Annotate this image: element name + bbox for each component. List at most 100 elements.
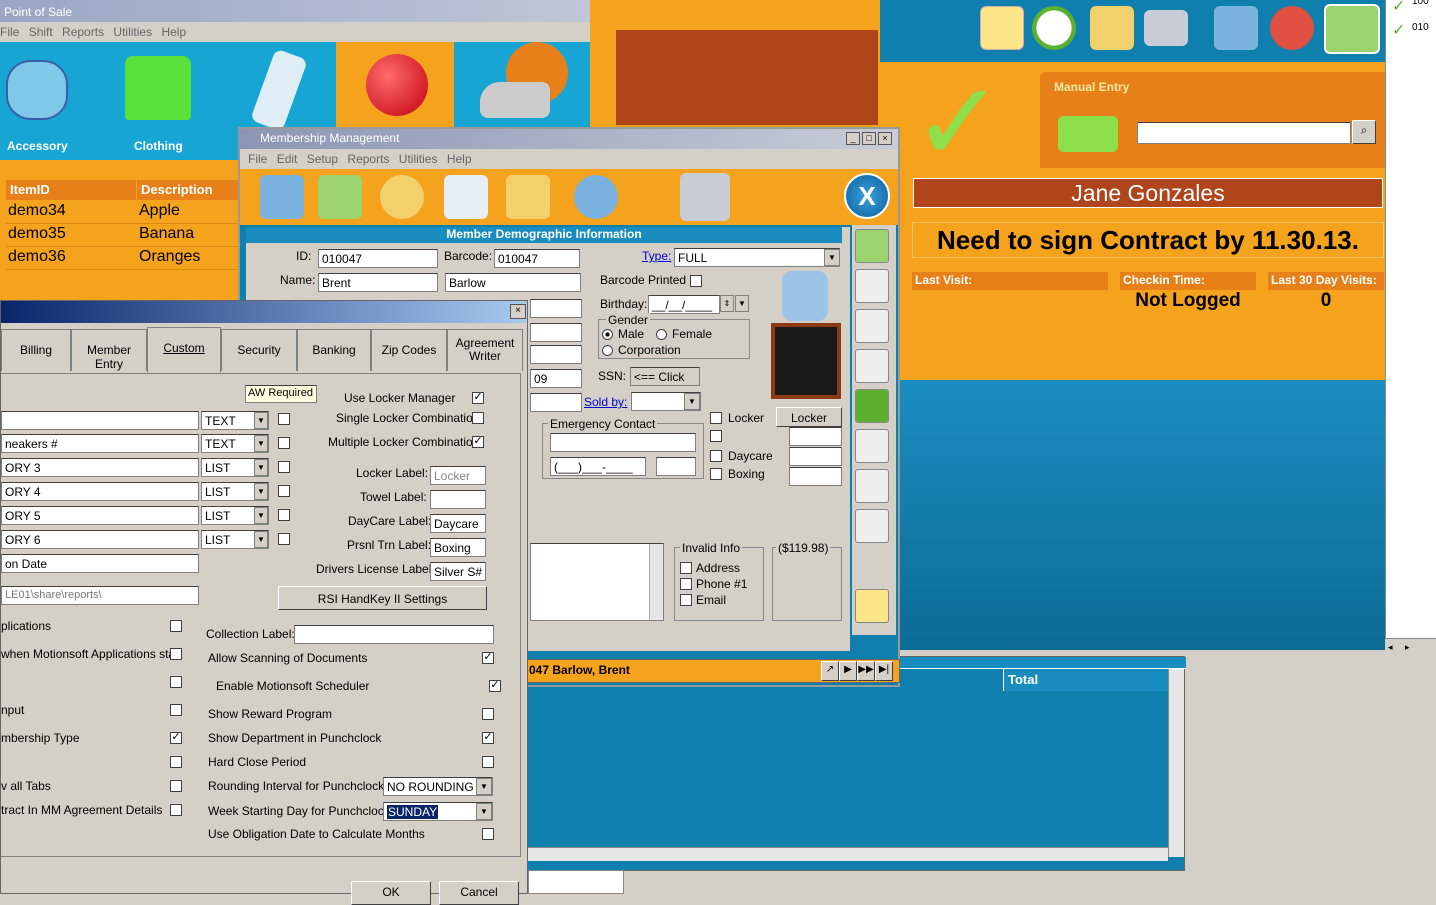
- use-locker-manager-checkbox[interactable]: ✓: [472, 392, 484, 404]
- left-option-2-checkbox[interactable]: [170, 648, 182, 660]
- date-field[interactable]: on Date: [1, 554, 199, 573]
- ssn-field[interactable]: <== Click: [630, 367, 700, 386]
- type-dropdown-button[interactable]: ▼: [824, 249, 840, 266]
- custom-field-6-checkbox[interactable]: [278, 533, 290, 545]
- rounding-dropdown[interactable]: ▼: [476, 778, 492, 795]
- award-icon[interactable]: [855, 269, 889, 303]
- notes-scrollbar[interactable]: [649, 544, 663, 620]
- horizontal-scrollbar[interactable]: ◂ ▸: [1385, 638, 1436, 654]
- edit-notes-icon[interactable]: [855, 349, 889, 383]
- left-option-8-checkbox[interactable]: [170, 804, 182, 816]
- member-list-icon[interactable]: [444, 175, 488, 219]
- search-member-icon[interactable]: [380, 175, 424, 219]
- custom-field-3-checkbox[interactable]: [278, 461, 290, 473]
- book-icon[interactable]: [855, 389, 889, 423]
- address2-field[interactable]: [530, 323, 582, 342]
- custom-field-4-name[interactable]: ORY 4: [1, 482, 199, 501]
- menu-help[interactable]: Help: [161, 25, 186, 39]
- allow-scanning-checkbox[interactable]: ✓: [482, 652, 494, 664]
- category-sports[interactable]: [470, 42, 580, 132]
- category-fruit[interactable]: [336, 42, 454, 130]
- manual-entry-input[interactable]: [1137, 122, 1351, 144]
- category-accessory[interactable]: Accessory: [0, 42, 76, 160]
- custom-field-4-checkbox[interactable]: [278, 485, 290, 497]
- tab-zip-codes[interactable]: Zip Codes: [371, 329, 447, 371]
- locker-button[interactable]: Locker: [776, 407, 842, 427]
- left-option-6-checkbox[interactable]: [170, 756, 182, 768]
- add-user-icon[interactable]: [1214, 6, 1258, 50]
- multiple-locker-checkbox[interactable]: ✓: [472, 436, 484, 448]
- mm-menu-edit[interactable]: Edit: [277, 152, 298, 166]
- male-radio[interactable]: [602, 329, 613, 340]
- mm-menu-utilities[interactable]: Utilities: [399, 152, 438, 166]
- custom-field-1-name[interactable]: [1, 411, 199, 430]
- left-option-5-checkbox[interactable]: ✓: [170, 732, 182, 744]
- ok-button[interactable]: OK: [351, 881, 431, 905]
- birthday-field[interactable]: __/__/____: [648, 295, 720, 314]
- nav-next-button[interactable]: ▶: [839, 661, 857, 681]
- type-select[interactable]: FULL: [674, 248, 840, 267]
- tab-billing[interactable]: Billing: [1, 329, 71, 371]
- nav-last-button[interactable]: ▶|: [875, 661, 893, 681]
- emergency-name-field[interactable]: [550, 433, 696, 452]
- notes-area[interactable]: [530, 543, 664, 621]
- list-item-1[interactable]: 100: [1412, 0, 1429, 7]
- nav-find-button[interactable]: ↗: [821, 661, 839, 681]
- enable-scheduler-checkbox[interactable]: ✓: [489, 680, 501, 692]
- custom-field-2-dropdown[interactable]: ▼: [254, 435, 268, 452]
- left-option-7-checkbox[interactable]: [170, 780, 182, 792]
- grid-header-itemid[interactable]: ItemID: [6, 180, 136, 200]
- clock-icon[interactable]: [1032, 6, 1076, 50]
- boxing-field[interactable]: [789, 467, 842, 486]
- tab-banking[interactable]: Banking: [297, 329, 371, 371]
- h-scrollbar[interactable]: [521, 847, 1168, 861]
- menu-file[interactable]: File: [0, 25, 19, 39]
- custom-field-5-checkbox[interactable]: [278, 509, 290, 521]
- city-field[interactable]: [530, 345, 582, 364]
- custom-field-5-dropdown[interactable]: ▼: [254, 507, 268, 524]
- email-field[interactable]: [530, 393, 582, 412]
- custom-field-2-checkbox[interactable]: [278, 437, 290, 449]
- corporation-radio[interactable]: [602, 345, 613, 356]
- show-department-checkbox[interactable]: ✓: [482, 732, 494, 744]
- daycare-field[interactable]: [789, 447, 842, 466]
- table-row[interactable]: demo34 Apple: [6, 201, 240, 224]
- last-name-field[interactable]: Barlow: [445, 273, 581, 292]
- barcode-printed-checkbox[interactable]: [690, 275, 702, 287]
- obligation-checkbox[interactable]: [482, 828, 494, 840]
- emergency-phone-field[interactable]: (___)___-____: [550, 457, 646, 476]
- close-window-button[interactable]: ×: [878, 132, 892, 145]
- folder-icon[interactable]: [1090, 6, 1134, 50]
- zip-field[interactable]: 09: [530, 369, 582, 388]
- daycare-checkbox[interactable]: [710, 450, 722, 462]
- invalid-phone-checkbox[interactable]: [680, 578, 692, 590]
- grid-header-description[interactable]: Description: [137, 180, 240, 200]
- birthday-dropdown[interactable]: ▼: [735, 295, 749, 312]
- week-start-dropdown[interactable]: ▼: [476, 803, 492, 820]
- maximize-button[interactable]: □: [862, 132, 876, 145]
- custom-field-6-dropdown[interactable]: ▼: [254, 531, 268, 548]
- sold-by-link[interactable]: Sold by:: [584, 395, 627, 409]
- custom-field-5-name[interactable]: ORY 5: [1, 506, 199, 525]
- left-option-4-checkbox[interactable]: [170, 704, 182, 716]
- sold-by-dropdown[interactable]: ▼: [684, 393, 700, 410]
- towel-label-field[interactable]: [430, 490, 486, 509]
- camera-icon[interactable]: [1144, 10, 1188, 46]
- minimize-button[interactable]: _: [846, 132, 860, 145]
- menu-utilities[interactable]: Utilities: [113, 25, 152, 39]
- payment-icon[interactable]: [855, 309, 889, 343]
- locker-number-field[interactable]: [789, 427, 842, 446]
- sales-icon[interactable]: [855, 469, 889, 503]
- address-field[interactable]: [530, 299, 582, 318]
- tickets-icon[interactable]: [855, 509, 889, 543]
- tab-member-entry[interactable]: Member Entry: [71, 329, 147, 371]
- search-button[interactable]: ⌕: [1352, 120, 1376, 144]
- exit-button[interactable]: X: [844, 173, 890, 219]
- reports-path-field[interactable]: LE01\share\reports\: [1, 586, 199, 605]
- first-name-field[interactable]: Brent: [318, 273, 438, 292]
- extra-checkbox[interactable]: [710, 430, 722, 442]
- custom-field-2-name[interactable]: neakers #: [1, 434, 199, 453]
- prsnl-label-field[interactable]: Boxing: [430, 538, 486, 557]
- custom-field-6-name[interactable]: ORY 6: [1, 530, 199, 549]
- menu-reports[interactable]: Reports: [62, 25, 104, 39]
